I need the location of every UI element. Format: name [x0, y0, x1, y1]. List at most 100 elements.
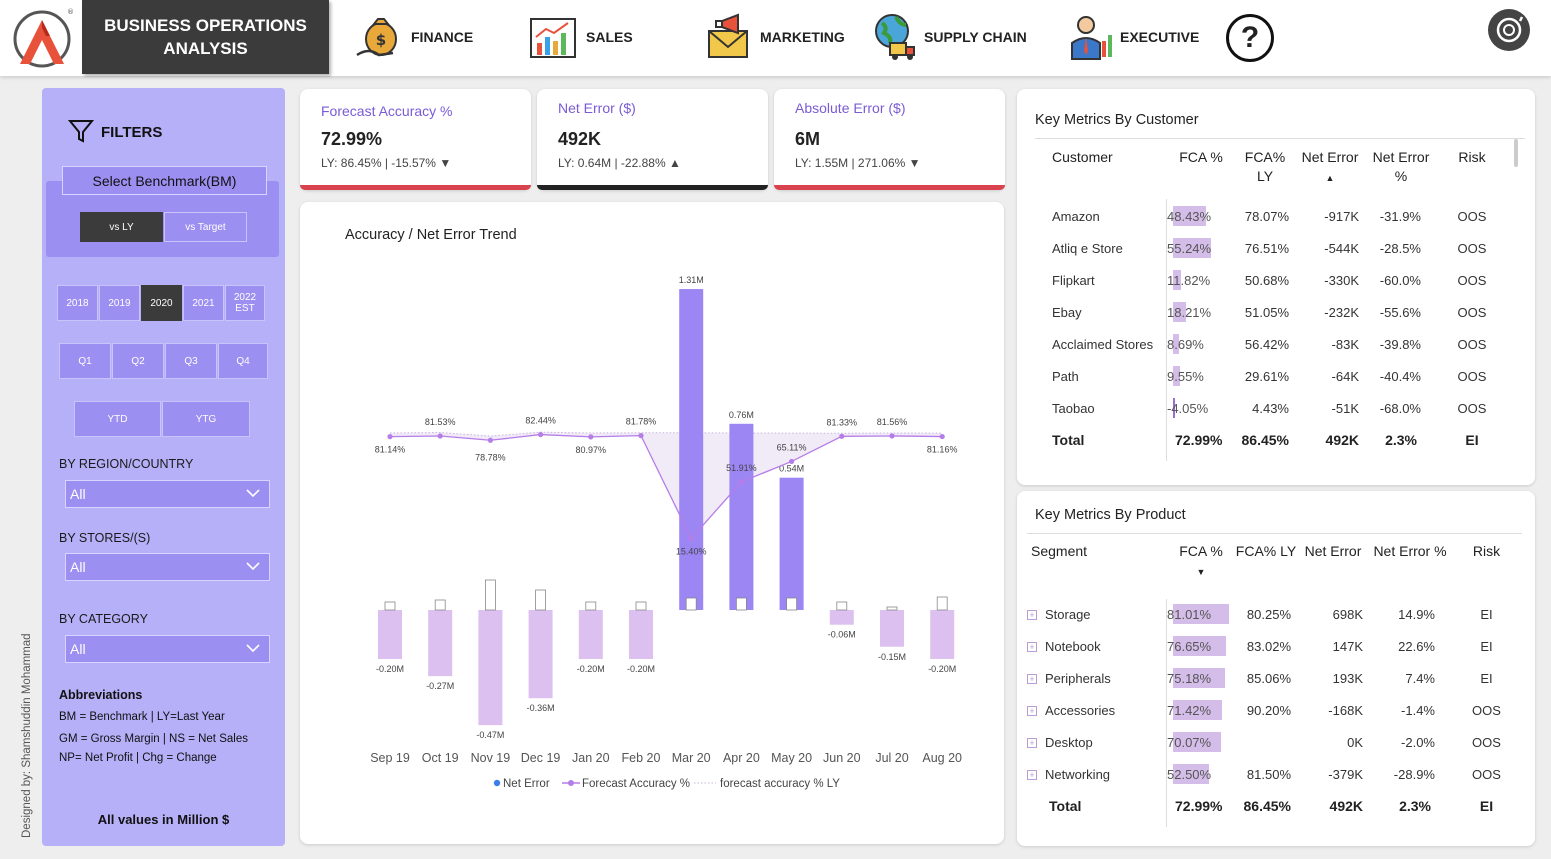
nav-finance[interactable]: $ FINANCE [353, 0, 473, 74]
row-name: Flipkart [1052, 264, 1167, 296]
quarter-q4-button[interactable]: Q4 [218, 343, 268, 379]
line-data-label: 78.78% [475, 452, 506, 462]
fca-cell: 81.01% [1167, 598, 1235, 630]
x-tick-label: Sep 19 [370, 751, 410, 765]
forecast-accuracy-point [738, 479, 744, 485]
table-row[interactable]: Flipkart 11.82% 50.68% -330K -60.0% OOS [1052, 264, 1507, 296]
net-error-pct-value: -28.5% [1379, 240, 1421, 256]
nav-marketing[interactable]: MARKETING [706, 0, 845, 74]
table-row[interactable]: Amazon 48.43% 78.07% -917K -31.9% OOS [1052, 200, 1507, 232]
nav-executive[interactable]: EXECUTIVE [1064, 0, 1199, 74]
period-ytd-button[interactable]: YTD [74, 401, 161, 437]
column-header-fca[interactable]: FCA % [1167, 142, 1235, 200]
expand-plus-icon[interactable]: + [1027, 738, 1037, 749]
title-line-2: ANALYSIS [163, 39, 248, 58]
table-row[interactable]: + Notebook 76.65% 83.02% 147K 22.6% EI [1027, 630, 1522, 662]
user-icon[interactable] [1488, 9, 1530, 51]
forecast-accuracy-point [588, 434, 594, 440]
product-metrics-card: Key Metrics By Product Segment FCA % ▼ FC… [1017, 491, 1535, 846]
filters-title: FILTERS [101, 124, 163, 141]
column-header-fca[interactable]: FCA % ▼ [1167, 536, 1235, 598]
year-2021-button[interactable]: 2021 [183, 285, 224, 321]
risk-value: OOS [1457, 400, 1487, 416]
ly-marker [434, 599, 446, 611]
column-header-segment[interactable]: Segment [1027, 536, 1167, 598]
table-row[interactable]: + Networking 52.50% 81.50% -379K -28.9% OOS [1027, 758, 1522, 790]
megaphone-icon [708, 13, 748, 58]
expand-plus-icon[interactable]: + [1027, 642, 1037, 653]
quarter-q3-button[interactable]: Q3 [165, 343, 217, 379]
kpi-value: 6M [795, 129, 821, 149]
region-dropdown[interactable]: All [65, 480, 270, 508]
column-header-net-error[interactable]: Net Error [1297, 536, 1369, 598]
nav-executive-label: EXECUTIVE [1120, 29, 1200, 45]
table-row[interactable]: Taobao -4.05% 4.43% -51K -68.0% OOS [1052, 392, 1507, 424]
fca-cell: 75.18% [1167, 662, 1235, 694]
column-header-label: FCA % [1179, 543, 1223, 559]
net-error-bar [629, 610, 653, 659]
year-2018-button[interactable]: 2018 [57, 285, 98, 321]
kpi-subtitle: LY: 86.45% | -15.57% ▼ [321, 156, 451, 170]
expand-plus-icon[interactable]: + [1027, 770, 1037, 781]
fca-cell: -4.05% [1167, 392, 1235, 424]
fca-ly-value: 85.06% [1246, 670, 1291, 686]
nav-sales[interactable]: SALES [528, 0, 633, 74]
net-error-bar [779, 477, 804, 610]
kpi-card-absolute-error: Absolute Error ($) 6M LY: 1.55M | 271.06… [774, 89, 1005, 190]
year-2020-button[interactable]: 2020 [141, 285, 182, 321]
expand-plus-icon[interactable]: + [1027, 674, 1037, 685]
category-dropdown[interactable]: All [65, 635, 270, 663]
column-header-net-error-pct[interactable]: Net Error % [1369, 536, 1451, 598]
x-tick-label: Jan 20 [572, 751, 610, 765]
table-row[interactable]: Acclaimed Stores 8.69% 56.42% -83K -39.8% OOS [1052, 328, 1507, 360]
line-data-label: 81.53% [425, 417, 456, 427]
table-row[interactable]: Atliq e Store 55.24% 76.51% -544K -28.5% OOS [1052, 232, 1507, 264]
ly-marker [635, 601, 647, 611]
table-row[interactable]: Ebay 18.21% 51.05% -232K -55.6% OOS [1052, 296, 1507, 328]
fca-cell: 71.42% [1167, 694, 1235, 726]
abbreviation-line-2: GM = Gross Margin | NS = Net Sales [59, 733, 248, 745]
column-header-fca-ly[interactable]: FCA% LY [1235, 142, 1295, 200]
column-header-customer[interactable]: Customer [1052, 142, 1167, 200]
benchmark-vs-target-button[interactable]: vs Target [164, 212, 247, 242]
net-error-value: 698K [1332, 606, 1363, 622]
year-2019-button[interactable]: 2019 [99, 285, 140, 321]
expand-plus-icon[interactable]: + [1027, 706, 1037, 717]
table-row[interactable]: + Storage 81.01% 80.25% 698K 14.9% EI [1027, 598, 1522, 630]
table-row[interactable]: Path 9.55% 29.61% -64K -40.4% OOS [1052, 360, 1507, 392]
help-button[interactable]: ? [1226, 14, 1274, 62]
column-header-net-error-pct[interactable]: Net Error % [1365, 142, 1437, 200]
kpi-value: 492K [558, 129, 602, 149]
column-header-risk[interactable]: Risk [1451, 536, 1522, 598]
fca-value: 9.55% [1167, 368, 1204, 384]
expand-plus-icon[interactable]: + [1027, 610, 1037, 621]
ly-shaded-area [390, 432, 943, 539]
legend-ly-label: forecast accuracy % LY [720, 778, 840, 790]
forecast-accuracy-point [789, 458, 795, 465]
benchmark-vs-ly-button[interactable]: vs LY [80, 212, 163, 242]
table-row[interactable]: + Peripherals 75.18% 85.06% 193K 7.4% EI [1027, 662, 1522, 694]
table-row[interactable]: + Desktop 70.07% 0K -2.0% OOS [1027, 726, 1522, 758]
fca-cell: 18.21% [1167, 296, 1235, 328]
row-name-label: Notebook [1045, 638, 1101, 654]
table-scrollbar[interactable] [1514, 139, 1518, 167]
column-header-net-error[interactable]: Net Error ▲ [1295, 142, 1365, 200]
nav-supply-chain[interactable]: SUPPLY CHAIN [870, 0, 1027, 74]
forecast-accuracy-point [688, 535, 694, 542]
fca-value: 71.42% [1167, 702, 1212, 718]
period-ytg-button[interactable]: YTG [162, 401, 250, 437]
column-header-fca-ly[interactable]: FCA% LY [1235, 536, 1297, 598]
fca-value: 76.65% [1167, 638, 1212, 654]
forecast-accuracy-point [437, 433, 443, 439]
net-error-value: -917K [1324, 208, 1359, 224]
quarter-q2-button[interactable]: Q2 [112, 343, 164, 379]
risk-value: OOS [1457, 208, 1487, 224]
quarter-q1-button[interactable]: Q1 [59, 343, 111, 379]
year-2022-est-button[interactable]: 2022 EST [225, 285, 265, 321]
column-header-risk[interactable]: Risk [1437, 142, 1507, 200]
fca-ly-value: 51.05% [1244, 304, 1289, 320]
benchmark-label: Select Benchmark(BM) [62, 166, 267, 195]
line-data-label: 81.16% [927, 445, 958, 455]
table-row[interactable]: + Accessories 71.42% 90.20% -168K -1.4% OOS [1027, 694, 1522, 726]
stores-dropdown[interactable]: All [65, 553, 270, 581]
